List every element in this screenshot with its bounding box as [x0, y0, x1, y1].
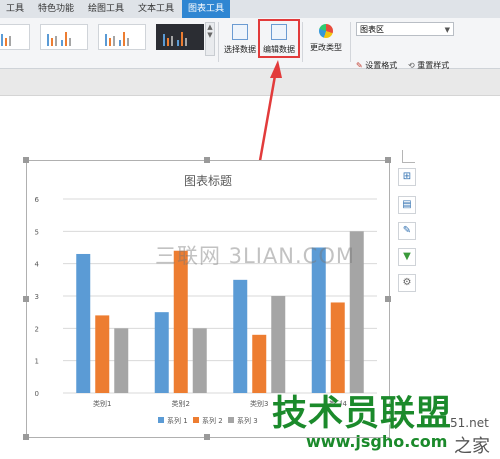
chart-title: 图表标题	[184, 174, 232, 188]
bar	[192, 328, 207, 393]
watermark-jishuyuan: 技术员联盟	[272, 394, 453, 434]
y-tick-label: 0	[35, 390, 39, 398]
bar	[114, 328, 129, 393]
x-tick-label: 类别3	[250, 399, 268, 408]
legend-label: 系列 3	[237, 416, 258, 425]
watermark-corner-top: 51.net	[450, 416, 489, 430]
legend-label: 系列 2	[202, 416, 223, 425]
resize-handle[interactable]	[23, 157, 29, 163]
layout-icon: ▤	[402, 199, 412, 210]
chart-settings-button[interactable]: ⚙	[398, 274, 416, 292]
chart-style-button[interactable]: ✎	[398, 222, 416, 240]
bar	[233, 279, 248, 393]
resize-handle[interactable]	[204, 157, 210, 163]
y-tick-label: 5	[35, 228, 39, 236]
chart-elements-icon: ⊞	[402, 171, 412, 182]
brush-icon: ✎	[402, 225, 412, 236]
resize-handle[interactable]	[385, 157, 391, 163]
gear-icon: ⚙	[402, 277, 412, 288]
y-tick-label: 1	[35, 358, 39, 366]
arrow-head	[270, 60, 282, 78]
filter-icon: ▼	[403, 251, 411, 262]
chart-elements-button[interactable]: ⊞	[398, 168, 416, 186]
bar	[271, 296, 286, 393]
bar	[173, 250, 188, 393]
y-tick-label: 2	[35, 325, 39, 333]
bar	[154, 312, 169, 393]
chart-layout-button[interactable]: ▤	[398, 196, 416, 214]
x-tick-label: 类别1	[93, 399, 111, 408]
watermark-3lian: 三联网 3LIAN.COM	[155, 244, 355, 268]
watermark-url: www.jsgho.com	[306, 432, 448, 451]
bar	[76, 253, 91, 393]
y-tick-label: 6	[35, 196, 40, 204]
resize-handle[interactable]	[204, 434, 210, 440]
bar	[252, 334, 267, 393]
legend-swatch	[158, 417, 164, 423]
legend-swatch	[193, 417, 199, 423]
bar	[95, 315, 110, 393]
legend-swatch	[228, 417, 234, 423]
resize-handle[interactable]	[23, 434, 29, 440]
legend-label: 系列 1	[167, 416, 188, 425]
y-tick-label: 3	[35, 293, 39, 301]
y-tick-label: 4	[35, 261, 40, 269]
resize-handle[interactable]	[385, 296, 391, 302]
chart-filter-button[interactable]: ▼	[398, 248, 416, 266]
x-tick-label: 类别2	[172, 399, 190, 408]
watermark-corner-bottom: 之家	[454, 436, 490, 457]
bar	[330, 302, 345, 393]
resize-handle[interactable]	[23, 296, 29, 302]
